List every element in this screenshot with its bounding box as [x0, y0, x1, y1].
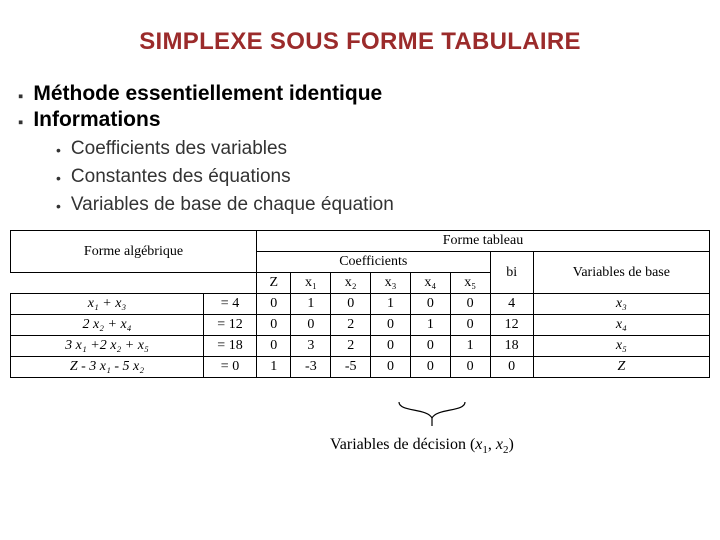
brace-icon [397, 400, 467, 428]
alg-lhs: 3 x₁ +2 x₂ + x₅ [11, 336, 204, 357]
cell-basevar: x₄ [533, 315, 709, 336]
cell: 0 [331, 294, 371, 315]
cell: 0 [450, 357, 490, 378]
bullet-text: Variables de base de chaque équation [71, 194, 394, 216]
col-x5: x₅ [450, 273, 490, 294]
annot-x2: x [496, 436, 503, 453]
cell: -3 [291, 357, 331, 378]
table-row: 3 x₁ +2 x₂ + x₅ = 18 0 3 2 0 0 1 18 x₅ [11, 336, 710, 357]
alg-rhs: = 4 [204, 294, 257, 315]
cell-basevar: x₃ [533, 294, 709, 315]
cell-basevar: x₅ [533, 336, 709, 357]
alg-lhs: Z - 3 x₁ - 5 x₂ [11, 357, 204, 378]
cell-bi: 18 [490, 336, 533, 357]
cell-bi: 0 [490, 357, 533, 378]
bullet-text: Coefficients des variables [71, 138, 287, 160]
bullet-text: Méthode essentiellement identique [33, 82, 382, 106]
alg-lhs: x₁ + x₃ [11, 294, 204, 315]
bullet-level1: ▪ Informations [18, 108, 702, 132]
slide-title: SIMPLEXE SOUS FORME TABULAIRE [0, 28, 720, 56]
square-bullet-icon: ▪ [18, 114, 23, 131]
cell: 0 [371, 357, 411, 378]
header-basevars: Variables de base [533, 252, 709, 294]
cell-bi: 12 [490, 315, 533, 336]
bullet-level2: • Constantes des équations [56, 166, 702, 188]
cell: 1 [257, 357, 291, 378]
header-bi: bi [490, 252, 533, 294]
cell: 0 [257, 336, 291, 357]
alg-lhs: 2 x₂ + x₄ [11, 315, 204, 336]
cell-basevar: Z [533, 357, 709, 378]
cell: 0 [410, 336, 450, 357]
dot-bullet-icon: • [56, 198, 61, 214]
bullet-level1: ▪ Méthode essentiellement identique [18, 82, 702, 106]
table-row: Z - 3 x₁ - 5 x₂ = 0 1 -3 -5 0 0 0 0 Z [11, 357, 710, 378]
cell-bi: 4 [490, 294, 533, 315]
cell: 1 [291, 294, 331, 315]
decision-vars-annotation: Variables de décision (x1, x2) [330, 436, 514, 456]
header-tableau: Forme tableau [257, 231, 710, 252]
bullet-level2: • Variables de base de chaque équation [56, 194, 702, 216]
cell: 0 [257, 294, 291, 315]
header-coefficients: Coefficients [257, 252, 491, 273]
dot-bullet-icon: • [56, 170, 61, 186]
square-bullet-icon: ▪ [18, 88, 23, 105]
col-x1: x₁ [291, 273, 331, 294]
alg-rhs: = 18 [204, 336, 257, 357]
cell: 3 [291, 336, 331, 357]
annot-mid: , [488, 436, 496, 453]
cell: 0 [371, 315, 411, 336]
cell: 1 [450, 336, 490, 357]
cell: 2 [331, 336, 371, 357]
forms-table: Forme algébrique Forme tableau Coefficie… [10, 230, 710, 378]
col-x4: x₄ [410, 273, 450, 294]
table-row: 2 x₂ + x₄ = 12 0 0 2 0 1 0 12 x₄ [11, 315, 710, 336]
cell: 0 [371, 336, 411, 357]
cell: 0 [450, 315, 490, 336]
annot-post: ) [509, 436, 514, 453]
cell: 0 [410, 357, 450, 378]
cell: 2 [331, 315, 371, 336]
col-Z: Z [257, 273, 291, 294]
col-x3: x₃ [371, 273, 411, 294]
dot-bullet-icon: • [56, 142, 61, 158]
bullet-list: ▪ Méthode essentiellement identique ▪ Info… [18, 82, 702, 216]
annot-text: Variables de décision ( [330, 436, 475, 453]
cell: 0 [257, 315, 291, 336]
cell: 1 [371, 294, 411, 315]
cell: 0 [291, 315, 331, 336]
cell: 0 [450, 294, 490, 315]
alg-rhs: = 12 [204, 315, 257, 336]
cell: 1 [410, 315, 450, 336]
table-row: x₁ + x₃ = 4 0 1 0 1 0 0 4 x₃ [11, 294, 710, 315]
header-algebraic: Forme algébrique [11, 231, 257, 273]
alg-rhs: = 0 [204, 357, 257, 378]
col-x2: x₂ [331, 273, 371, 294]
bullet-level2: • Coefficients des variables [56, 138, 702, 160]
bullet-text: Constantes des équations [71, 166, 291, 188]
cell: -5 [331, 357, 371, 378]
bullet-text: Informations [33, 108, 160, 132]
cell: 0 [410, 294, 450, 315]
